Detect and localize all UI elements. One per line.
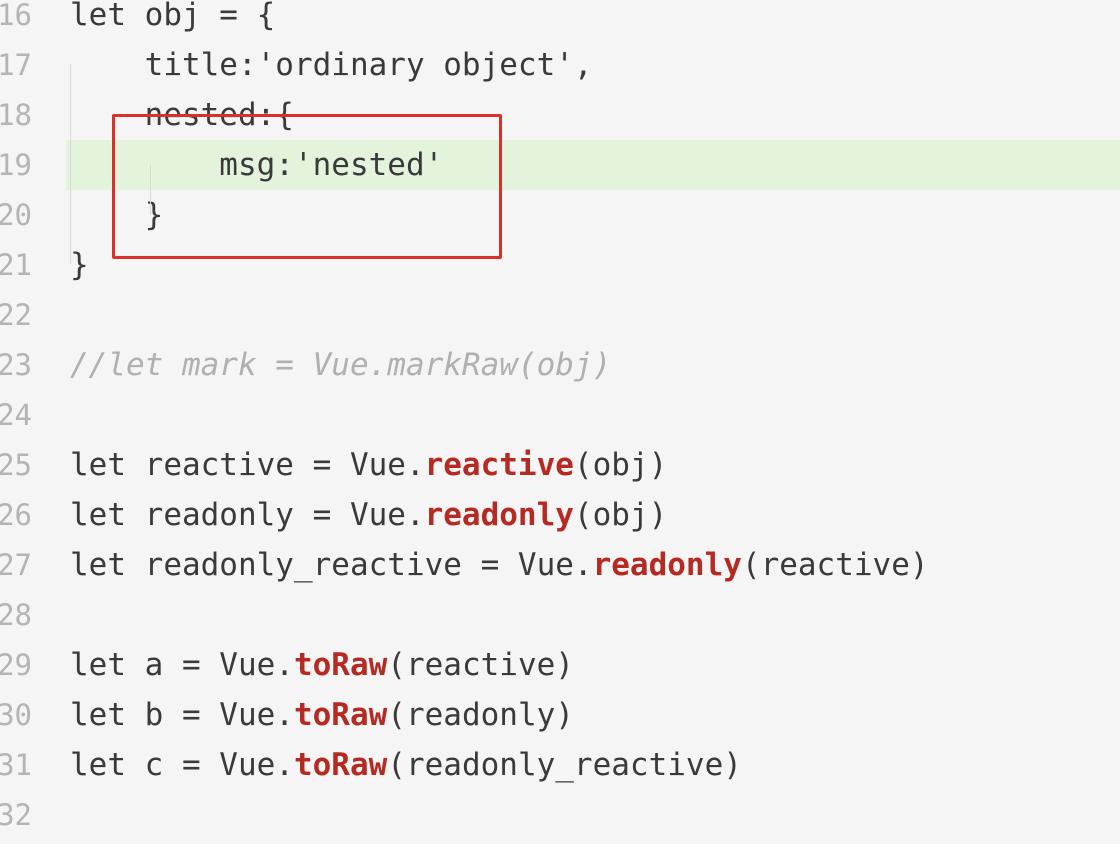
code-token: let c = Vue.	[70, 747, 294, 783]
line-code: let obj = {	[70, 0, 275, 40]
function-name-token: toRaw	[293, 747, 388, 783]
line-code: let reactive = Vue.reactive(obj)	[70, 440, 667, 490]
line-number: 21	[0, 248, 32, 282]
line-code: title:'ordinary object',	[70, 40, 593, 90]
line-number: 24	[0, 398, 32, 432]
annotation-highlight-box	[112, 114, 502, 259]
line-code: let c = Vue.toRaw(readonly_reactive)	[70, 740, 742, 790]
code-editor[interactable]: 32 31 let c = Vue.toRaw(readonly_reactive)…	[0, 0, 1120, 844]
code-line[interactable]: 28	[0, 590, 1120, 640]
function-name-token: toRaw	[293, 647, 388, 683]
code-line[interactable]: 27 let readonly_reactive = Vue.readonly(r…	[0, 540, 1120, 590]
code-token: (obj)	[573, 447, 668, 483]
function-name-token: reactive	[424, 447, 574, 483]
function-name-token: toRaw	[293, 697, 388, 733]
line-code: let readonly = Vue.readonly(obj)	[70, 490, 667, 540]
code-line[interactable]: 26 let readonly = Vue.readonly(obj)	[0, 490, 1120, 540]
line-code: let b = Vue.toRaw(readonly)	[70, 690, 574, 740]
code-token: (readonly_reactive)	[387, 747, 742, 783]
line-number: 32	[0, 798, 32, 832]
line-number: 17	[0, 48, 32, 82]
code-token: (reactive)	[741, 547, 929, 583]
line-number: 23	[0, 348, 32, 382]
line-number: 18	[0, 98, 32, 132]
line-number: 26	[0, 498, 32, 532]
code-token: (obj)	[573, 497, 668, 533]
code-token: let obj = {	[70, 0, 276, 33]
code-token: let readonly = Vue.	[70, 497, 425, 533]
code-line[interactable]: 31 let c = Vue.toRaw(readonly_reactive)	[0, 740, 1120, 790]
code-line[interactable]: 25 let reactive = Vue.reactive(obj)	[0, 440, 1120, 490]
line-number: 27	[0, 548, 32, 582]
line-code: let a = Vue.toRaw(reactive)	[70, 640, 574, 690]
line-number: 19	[0, 148, 32, 182]
line-number: 16	[0, 0, 32, 32]
code-line[interactable]: 29 let a = Vue.toRaw(reactive)	[0, 640, 1120, 690]
function-name-token: readonly	[424, 497, 574, 533]
code-token: }	[70, 247, 89, 283]
line-code: let readonly_reactive = Vue.readonly(rea…	[70, 540, 929, 590]
code-token: let a = Vue.	[70, 647, 294, 683]
code-token: (reactive)	[387, 647, 574, 683]
code-token: (readonly)	[387, 697, 574, 733]
line-code: }	[70, 240, 89, 290]
line-number: 20	[0, 198, 32, 232]
line-number: 25	[0, 448, 32, 482]
comment-token: //let mark = Vue.markRaw(obj)	[70, 347, 612, 383]
code-line[interactable]: 24	[0, 390, 1120, 440]
indent-guide	[70, 64, 71, 264]
line-number: 29	[0, 648, 32, 682]
line-number: 30	[0, 698, 32, 732]
code-token: title:'ordinary object',	[70, 47, 593, 83]
code-token: let readonly_reactive = Vue.	[70, 547, 593, 583]
code-line[interactable]: 23 //let mark = Vue.markRaw(obj)	[0, 340, 1120, 390]
code-line[interactable]: 22	[0, 290, 1120, 340]
line-number: 31	[0, 748, 32, 782]
function-name-token: readonly	[592, 547, 742, 583]
code-token: let b = Vue.	[70, 697, 294, 733]
line-number: 22	[0, 298, 32, 332]
code-line[interactable]: 17 title:'ordinary object',	[0, 40, 1120, 90]
line-number: 28	[0, 598, 32, 632]
line-code: //let mark = Vue.markRaw(obj)	[70, 340, 611, 390]
code-line[interactable]: 30 let b = Vue.toRaw(readonly)	[0, 690, 1120, 740]
code-line[interactable]: 32	[0, 790, 1120, 840]
code-token: let reactive = Vue.	[70, 447, 425, 483]
code-line[interactable]: 16 let obj = {	[0, 0, 1120, 40]
